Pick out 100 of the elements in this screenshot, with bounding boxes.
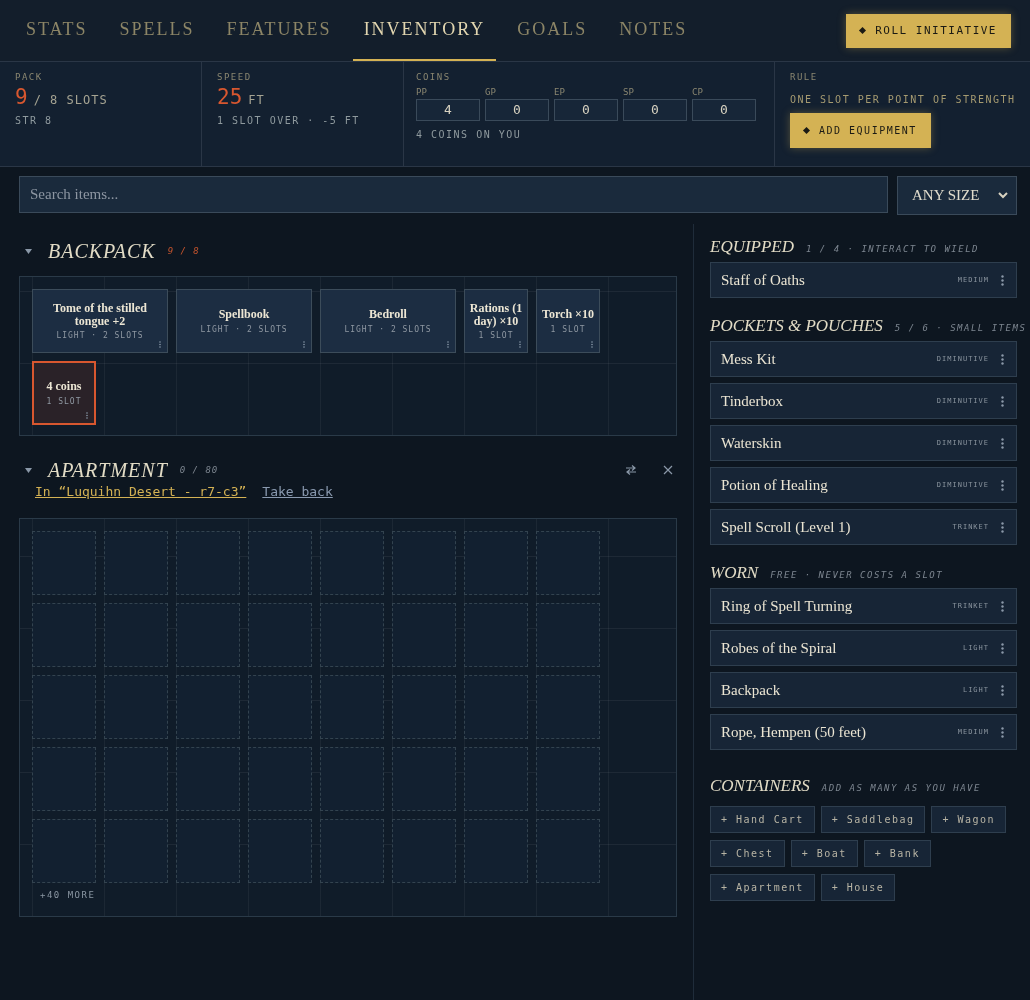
section-title: POCKETS & POUCHES (710, 316, 883, 336)
more-icon[interactable] (1001, 479, 1004, 491)
empty-slot (32, 603, 96, 667)
coin-label: EP (554, 87, 566, 97)
item-card[interactable]: Rations (1 day) ×10 1 SLOT (464, 289, 528, 353)
empty-slot (248, 819, 312, 883)
empty-slot (536, 819, 600, 883)
empty-slot (464, 675, 528, 739)
add-container-button[interactable]: + Apartment (710, 874, 815, 901)
more-icon[interactable] (1001, 726, 1004, 738)
coin-label: CP (692, 87, 704, 97)
stat-label: SPEED (217, 72, 252, 82)
empty-slot (248, 675, 312, 739)
item-name: Tome of the stilled tongue +2 (52, 301, 148, 329)
empty-slot (32, 819, 96, 883)
slot-count: 9 / 8 (167, 246, 200, 256)
empty-slot (536, 675, 600, 739)
location-link[interactable]: In “Luquihn Desert - r7-c3” (35, 484, 247, 499)
empty-slot (536, 747, 600, 811)
coin-field[interactable]: 0 (554, 99, 618, 121)
more-icon[interactable] (1001, 395, 1004, 407)
more-icon[interactable] (1001, 521, 1004, 533)
close-icon[interactable] (663, 465, 673, 475)
item-card[interactable]: Torch ×10 1 SLOT (536, 289, 600, 353)
add-equipment-button[interactable]: ADD EQUIPMENT (790, 113, 931, 148)
stat-value: 9 (15, 85, 28, 109)
add-container-button[interactable]: + Chest (710, 840, 785, 867)
roll-initiative-button[interactable]: ROLL INITIATIVE (846, 13, 1011, 48)
stat-label: PACK (15, 72, 43, 82)
item-card[interactable]: Tome of the stilled tongue +2 LIGHT · 2 SLOTS (32, 289, 168, 353)
add-container-button[interactable]: + Boat (790, 840, 858, 867)
swap-icon[interactable] (625, 465, 637, 475)
empty-slot (176, 675, 240, 739)
item-name: Ring of Spell Turning (721, 597, 854, 615)
item-name: Torch ×10 (542, 308, 594, 322)
caret-icon[interactable] (25, 248, 32, 254)
caret-icon[interactable] (25, 467, 32, 473)
item-card[interactable]: 4 coins 1 SLOT (32, 361, 96, 425)
size-dropdown[interactable]: ANY SIZE (897, 176, 1017, 215)
section-title: BACKPACK (48, 239, 156, 263)
more-count: +40 MORE (40, 890, 96, 900)
tab[interactable]: NOTES (608, 0, 699, 61)
item-name: Backpack (721, 681, 782, 699)
tab[interactable]: SPELLS (108, 0, 206, 61)
tab[interactable]: GOALS (506, 0, 599, 61)
item-name: 4 coins (46, 380, 82, 394)
add-container-button[interactable]: + Bank (863, 840, 931, 867)
more-icon[interactable] (1001, 353, 1004, 365)
item-name: Mess Kit (721, 350, 777, 368)
add-container-button[interactable]: + Wagon (931, 806, 1007, 833)
stat-note: 1 SLOT OVER · -5 FT (217, 115, 360, 126)
coin-field[interactable]: 0 (692, 99, 756, 121)
more-icon[interactable] (1001, 600, 1004, 612)
more-icon[interactable] (1001, 437, 1004, 449)
stat-label: COINS (416, 72, 451, 82)
add-container-button[interactable]: + House (820, 874, 896, 901)
empty-slot (104, 531, 168, 595)
add-container-button[interactable]: + Saddlebag (820, 806, 926, 833)
empty-slot (104, 603, 168, 667)
more-icon[interactable] (1001, 684, 1004, 696)
item-meta: 1 SLOT (550, 324, 586, 334)
empty-slot (176, 531, 240, 595)
empty-slot (464, 819, 528, 883)
tab[interactable]: STATS (15, 0, 99, 61)
coin-label: GP (485, 87, 497, 97)
rule-text: ONE SLOT PER POINT OF STRENGTH (790, 94, 1016, 105)
take-back-link[interactable]: Take back (262, 484, 333, 499)
empty-slot (104, 675, 168, 739)
item-name: Waterskin (721, 434, 783, 452)
item-meta: LIGHT · 2 SLOTS (344, 324, 432, 334)
coin-field[interactable]: 0 (623, 99, 687, 121)
empty-slot (392, 531, 456, 595)
more-icon[interactable] (1001, 642, 1004, 654)
empty-slot (536, 603, 600, 667)
item-meta: 1 SLOT (478, 331, 514, 341)
item-name: Spell Scroll (Level 1) (721, 518, 852, 536)
empty-slot (320, 819, 384, 883)
empty-slot (176, 603, 240, 667)
section-note: ADD AS MANY AS YOU HAVE (821, 783, 981, 793)
stat-unit: / 8 SLOTS (33, 93, 108, 107)
empty-slot (536, 531, 600, 595)
item-card[interactable]: Spellbook LIGHT · 2 SLOTS (176, 289, 312, 353)
stat-value: 25 (217, 85, 243, 109)
empty-slot (392, 819, 456, 883)
tab[interactable]: FEATURES (215, 0, 343, 61)
empty-slot (176, 747, 240, 811)
empty-slot (464, 603, 528, 667)
item-card[interactable]: Bedroll LIGHT · 2 SLOTS (320, 289, 456, 353)
add-container-button[interactable]: + Hand Cart (710, 806, 815, 833)
coin-field[interactable]: 4 (416, 99, 480, 121)
search-field[interactable]: Search items... (19, 176, 888, 213)
item-meta: LIGHT · 2 SLOTS (200, 324, 288, 334)
more-icon[interactable] (1001, 274, 1004, 286)
empty-slot (176, 819, 240, 883)
empty-slot (464, 531, 528, 595)
item-name: Robes of the Spiral (721, 639, 838, 657)
empty-slot (320, 675, 384, 739)
item-name: Bedroll (369, 308, 407, 322)
section-title: APARTMENT (48, 458, 168, 482)
coin-field[interactable]: 0 (485, 99, 549, 121)
